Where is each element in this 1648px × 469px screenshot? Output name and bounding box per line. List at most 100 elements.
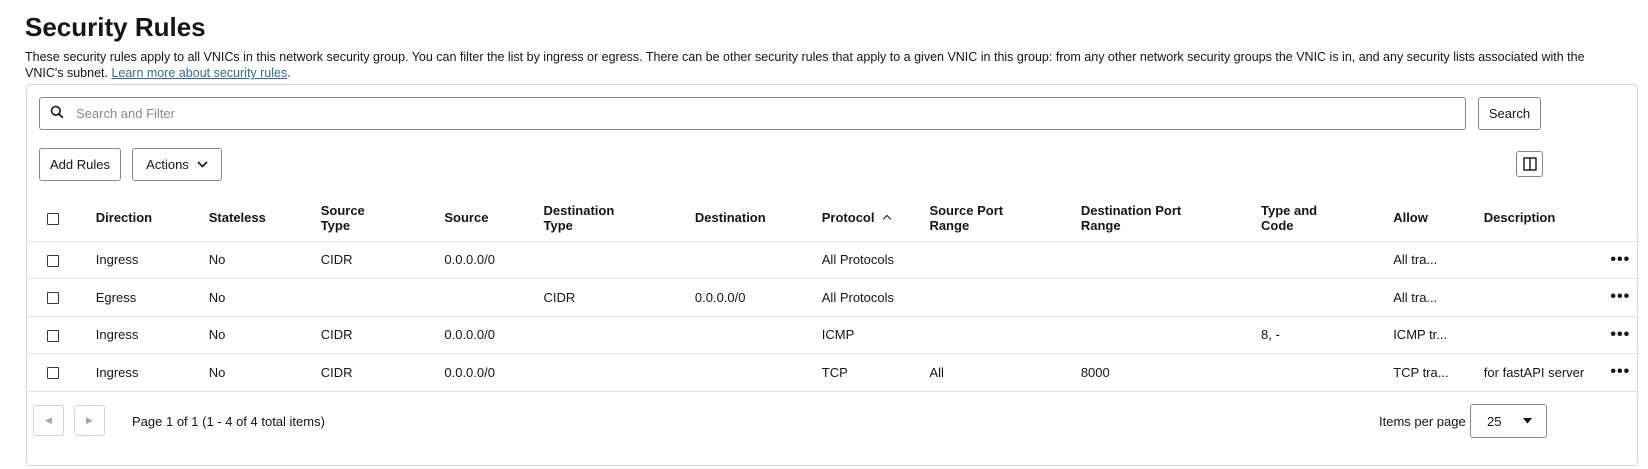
table-row: Ingress No CIDR 0.0.0.0/0 TCP All 8000 T… [27,353,1639,392]
select-all-checkbox[interactable] [47,212,59,225]
header-destination[interactable]: Destination [686,195,814,242]
sort-ascending-icon [882,215,891,224]
items-per-page-value: 25 [1487,413,1502,429]
header-description[interactable]: Description [1475,195,1602,242]
cell-source-port-range [921,316,1073,354]
header-type-code-line2: Code [1261,217,1294,233]
cell-stateless: No [200,278,313,317]
header-destination-port-range[interactable]: Destination Port Range [1072,195,1253,242]
cell-destination-port-range [1072,241,1253,279]
search-input[interactable] [74,105,1465,122]
add-rules-button[interactable]: Add Rules [39,148,121,181]
cell-protocol: TCP [813,353,922,392]
cell-destination-type: CIDR [535,278,687,317]
cell-direction: Ingress [87,241,201,279]
row-checkbox[interactable] [47,367,59,380]
page-title: Security Rules [25,12,206,42]
page-description: These security rules apply to all VNICs … [25,49,1625,81]
security-rules-table: Direction Stateless Source Type Source De… [27,195,1639,392]
row-actions-menu-icon[interactable]: ••• [1601,316,1639,354]
cell-description: for fastAPI server [1475,353,1602,392]
description-period: . [287,66,291,80]
row-checkbox[interactable] [47,329,59,342]
cell-destination [686,353,814,392]
header-destination-type-line1: Destination [543,202,615,218]
header-source-port-line1: Source Port [929,202,1004,218]
page-info: Page 1 of 1 (1 - 4 of 4 total items) [132,414,325,429]
header-source[interactable]: Source [436,195,536,242]
cell-source-type: CIDR [312,241,437,279]
header-type-and-code[interactable]: Type and Code [1253,195,1386,242]
cell-destination-port-range: 8000 [1072,353,1253,392]
actions-label: Actions [146,157,189,172]
cell-type-and-code: 8, - [1253,316,1386,354]
cell-source [436,278,536,317]
cell-source: 0.0.0.0/0 [436,316,536,354]
cell-source-port-range: All [921,353,1073,392]
header-source-port-range[interactable]: Source Port Range [921,195,1073,242]
cell-stateless: No [200,353,313,392]
row-actions-menu-icon[interactable]: ••• [1601,241,1639,279]
cell-protocol: All Protocols [813,241,922,279]
search-button[interactable]: Search [1478,97,1541,130]
table-row: Egress No CIDR 0.0.0.0/0 All Protocols A… [27,278,1639,317]
cell-type-and-code [1253,241,1386,279]
next-page-icon: ▶ [86,415,93,425]
header-source-type-line2: Type [320,217,351,233]
header-allow[interactable]: Allow [1385,195,1476,242]
cell-allow: ICMP tr... [1385,316,1476,354]
header-destination-port-line2: Range [1080,217,1121,233]
cell-direction: Egress [87,278,201,317]
header-protocol[interactable]: Protocol [813,195,922,242]
header-stateless[interactable]: Stateless [200,195,313,242]
cell-source-port-range [921,241,1073,279]
header-destination-type[interactable]: Destination Type [535,195,687,242]
cell-source-port-range [921,278,1073,317]
next-page-button[interactable]: ▶ [74,405,105,436]
cell-destination [686,241,814,279]
cell-description [1475,278,1602,317]
cell-protocol: All Protocols [813,278,922,317]
header-source-type[interactable]: Source Type [312,195,437,242]
row-checkbox[interactable] [47,292,59,305]
cell-source-type: CIDR [312,353,437,392]
cell-destination-type [535,353,687,392]
cell-direction: Ingress [87,316,201,354]
table-row: Ingress No CIDR 0.0.0.0/0 All Protocols … [27,241,1639,279]
items-per-page-select[interactable]: 25 [1470,404,1547,438]
cell-destination-port-range [1072,278,1253,317]
row-actions-menu-icon[interactable]: ••• [1601,353,1639,392]
cell-destination [686,316,814,354]
cell-destination-port-range [1072,316,1253,354]
cell-protocol: ICMP [813,316,922,354]
previous-page-icon: ◀ [45,415,52,425]
table-header-row: Direction Stateless Source Type Source De… [27,195,1639,242]
header-source-type-line1: Source [320,202,365,218]
row-actions-menu-icon[interactable]: ••• [1601,278,1639,317]
learn-more-link[interactable]: Learn more about security rules [111,66,287,80]
header-destination-port-line1: Destination Port [1080,202,1182,218]
cell-description [1475,316,1602,354]
cell-type-and-code [1253,353,1386,392]
previous-page-button[interactable]: ◀ [33,405,64,436]
cell-stateless: No [200,241,313,279]
search-box[interactable] [39,97,1466,130]
header-source-port-line2: Range [929,217,970,233]
rules-panel: Search Add Rules Actions Direction State… [26,84,1639,466]
cell-stateless: No [200,316,313,354]
cell-allow: TCP tra... [1385,353,1476,392]
header-protocol-label: Protocol [821,210,875,226]
items-per-page-label: Items per page [1379,414,1466,429]
columns-button[interactable] [1516,151,1543,177]
row-checkbox[interactable] [47,254,59,267]
actions-button[interactable]: Actions [132,148,222,181]
header-type-code-line1: Type and [1261,202,1318,218]
caret-down-icon [1523,418,1532,424]
search-icon [50,105,64,122]
pagination-bar: ◀ ▶ Page 1 of 1 (1 - 4 of 4 total items)… [27,400,1639,466]
cell-type-and-code [1253,278,1386,317]
cell-source-type: CIDR [312,316,437,354]
header-direction[interactable]: Direction [87,195,201,242]
cell-destination-type [535,316,687,354]
cell-direction: Ingress [87,353,201,392]
